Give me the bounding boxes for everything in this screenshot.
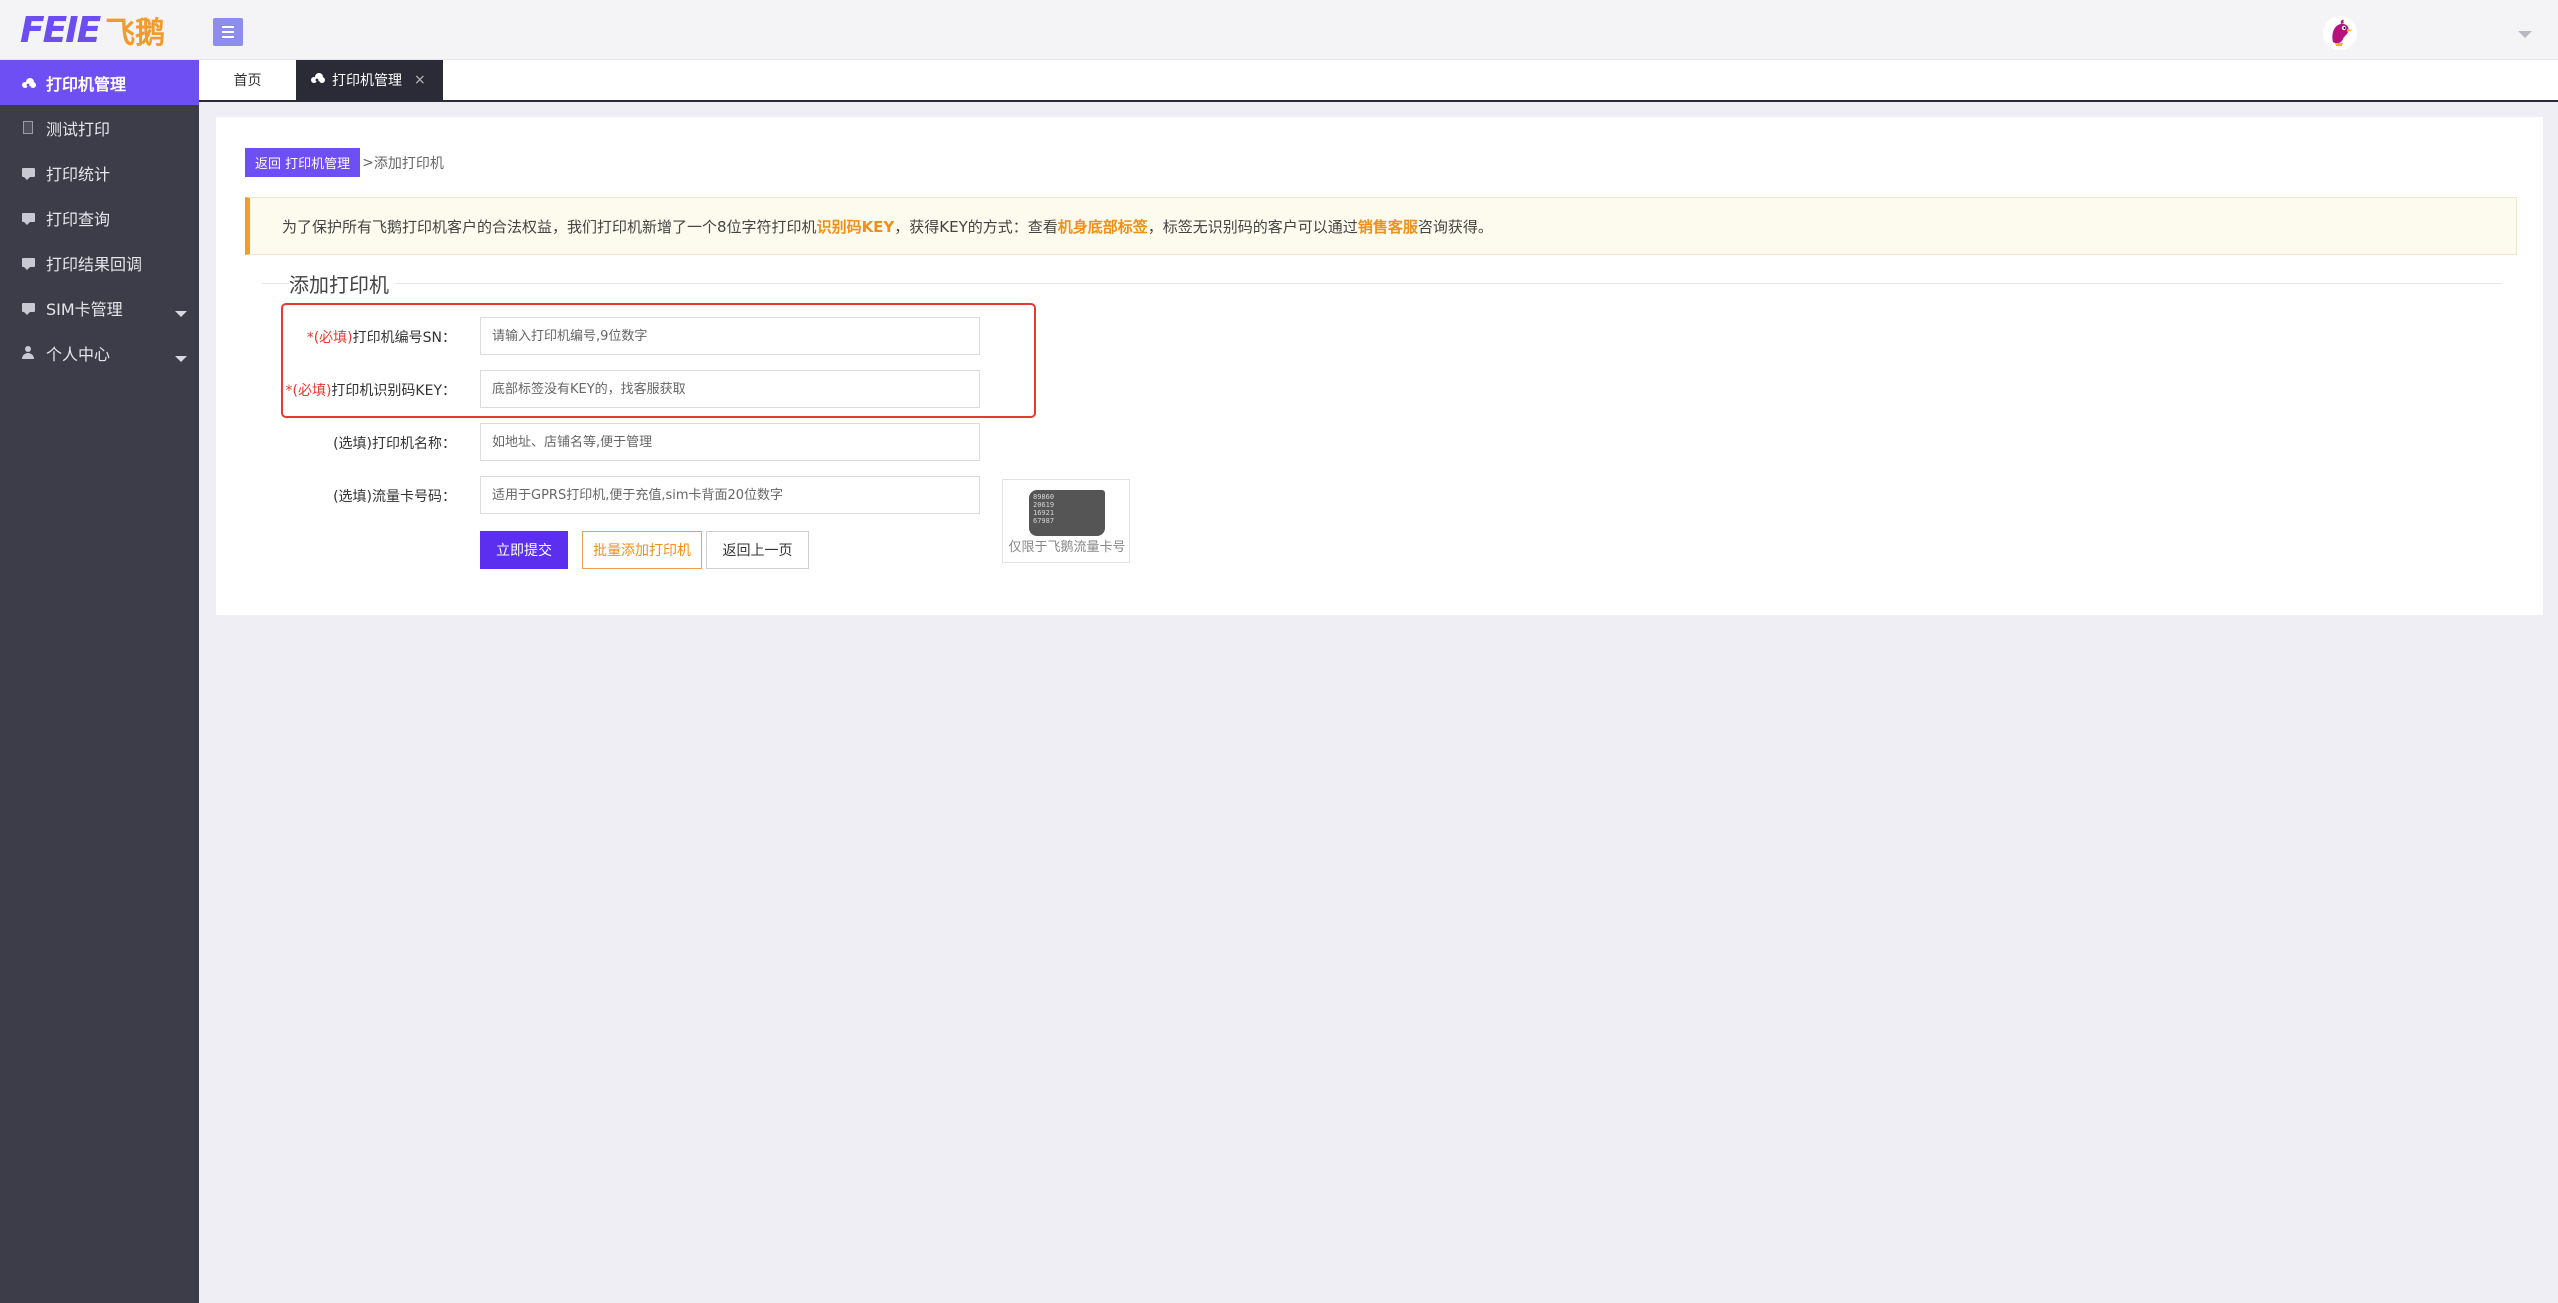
sidebar-item-print-stats[interactable]: 打印统计 xyxy=(0,150,199,195)
go-back-button[interactable]: 返回上一页 xyxy=(706,531,809,569)
tab-bar: 首页 打印机管理 × xyxy=(199,60,2558,102)
close-icon[interactable]: × xyxy=(414,72,426,88)
user-icon xyxy=(20,345,36,361)
sim-card-hint: 89860 20619 16921 67987 仅限于飞鹅流量卡号 xyxy=(1002,479,1130,563)
sim-number-input[interactable] xyxy=(480,476,980,514)
logo-cjk: 飞鹅 xyxy=(105,16,166,51)
sidebar-item-label: 个人中心 xyxy=(46,344,111,364)
name-row: (选填)打印机名称： xyxy=(216,423,1116,461)
sn-label: *(必填)打印机编号SN： xyxy=(306,330,456,346)
fieldset-divider xyxy=(262,283,2502,284)
required-mark: *(必填) xyxy=(285,383,332,399)
user-dropdown-caret-icon[interactable] xyxy=(2518,31,2532,38)
sidebar-item-label: SIM卡管理 xyxy=(46,299,123,319)
notice-text: 为了保护所有飞鹅打印机客户的合法权益，我们打印机新增了一个8位字符打印机 xyxy=(282,217,817,236)
content-card: 返回 打印机管理 > 添加打印机 为了保护所有飞鹅打印机客户的合法权益，我们打印… xyxy=(216,117,2543,615)
cloud-icon xyxy=(310,72,325,88)
sidebar-item-label: 测试打印 xyxy=(46,119,111,139)
key-input[interactable] xyxy=(480,370,980,408)
comment-icon xyxy=(20,255,36,271)
document-icon xyxy=(20,120,36,136)
submit-button[interactable]: 立即提交 xyxy=(480,531,568,569)
tab-home[interactable]: 首页 xyxy=(199,60,296,100)
name-label: (选填)打印机名称： xyxy=(333,436,456,452)
breadcrumb: 返回 打印机管理 > 添加打印机 xyxy=(245,148,444,177)
sim-label: (选填)流量卡号码： xyxy=(333,489,456,505)
sim-row: (选填)流量卡号码： xyxy=(216,476,1116,514)
printer-name-input[interactable] xyxy=(480,423,980,461)
comment-icon xyxy=(20,210,36,226)
sidebar-item-label: 打印结果回调 xyxy=(46,254,143,274)
sn-row: *(必填)打印机编号SN： xyxy=(216,317,1116,355)
breadcrumb-current: 添加打印机 xyxy=(373,155,444,172)
sidebar-item-label: 打印查询 xyxy=(46,209,111,229)
form-legend: 添加打印机 xyxy=(289,269,395,298)
top-header: FEIE 飞鹅 xyxy=(0,0,2558,60)
sidebar-item-printer-management[interactable]: 打印机管理 xyxy=(0,60,199,105)
sim-hint-caption: 仅限于飞鹅流量卡号 xyxy=(1008,540,1126,555)
batch-add-printer-button[interactable]: 批量添加打印机 xyxy=(582,531,702,569)
notice-text: 咨询获得。 xyxy=(1417,217,1493,236)
sidebar-item-sim-management[interactable]: SIM卡管理 xyxy=(0,285,199,330)
chevron-down-icon xyxy=(175,311,187,317)
sidebar-item-personal-center[interactable]: 个人中心 xyxy=(0,330,199,375)
key-notice-banner: 为了保护所有飞鹅打印机客户的合法权益，我们打印机新增了一个8位字符打印机 识别码K… xyxy=(245,197,2517,255)
tab-label: 打印机管理 xyxy=(332,73,402,89)
notice-highlight-sales: 销售客服 xyxy=(1357,217,1418,236)
sidebar-item-print-query[interactable]: 打印查询 xyxy=(0,195,199,240)
menu-toggle-button[interactable] xyxy=(213,18,243,46)
logo-latin: FEIE xyxy=(20,9,101,51)
sidebar: 打印机管理 测试打印 打印统计 打印查询 打印结果回调 SIM卡管理 个人中心 xyxy=(0,60,199,1303)
comment-icon xyxy=(20,165,36,181)
logo[interactable]: FEIE 飞鹅 xyxy=(20,6,165,54)
key-row: *(必填)打印机识别码KEY： xyxy=(216,370,1116,408)
sidebar-item-label: 打印统计 xyxy=(46,164,111,184)
notice-highlight-key: 识别码KEY xyxy=(816,217,895,236)
avatar[interactable] xyxy=(2323,16,2357,50)
sidebar-item-print-callback[interactable]: 打印结果回调 xyxy=(0,240,199,285)
notice-text: ，标签无识别码的客户可以通过 xyxy=(1147,217,1358,236)
notice-highlight-label: 机身底部标签 xyxy=(1057,217,1148,236)
key-label: *(必填)打印机识别码KEY： xyxy=(285,383,456,399)
sidebar-item-test-print[interactable]: 测试打印 xyxy=(0,105,199,150)
breadcrumb-separator: > xyxy=(362,154,374,171)
cloud-icon xyxy=(20,75,36,91)
comment-icon xyxy=(20,300,36,316)
notice-text: ，获得KEY的方式：查看 xyxy=(894,217,1058,236)
chevron-down-icon xyxy=(175,356,187,362)
hamburger-icon xyxy=(222,26,234,28)
required-mark: *(必填) xyxy=(306,330,353,346)
sidebar-item-label: 打印机管理 xyxy=(46,74,127,94)
back-to-printer-management-button[interactable]: 返回 打印机管理 xyxy=(245,148,361,177)
tab-label: 首页 xyxy=(233,73,262,89)
tab-printer-management[interactable]: 打印机管理 × xyxy=(296,60,443,100)
sn-input[interactable] xyxy=(480,317,980,355)
sim-card-icon: 89860 20619 16921 67987 xyxy=(1029,490,1105,536)
bird-avatar-icon xyxy=(2323,16,2357,50)
